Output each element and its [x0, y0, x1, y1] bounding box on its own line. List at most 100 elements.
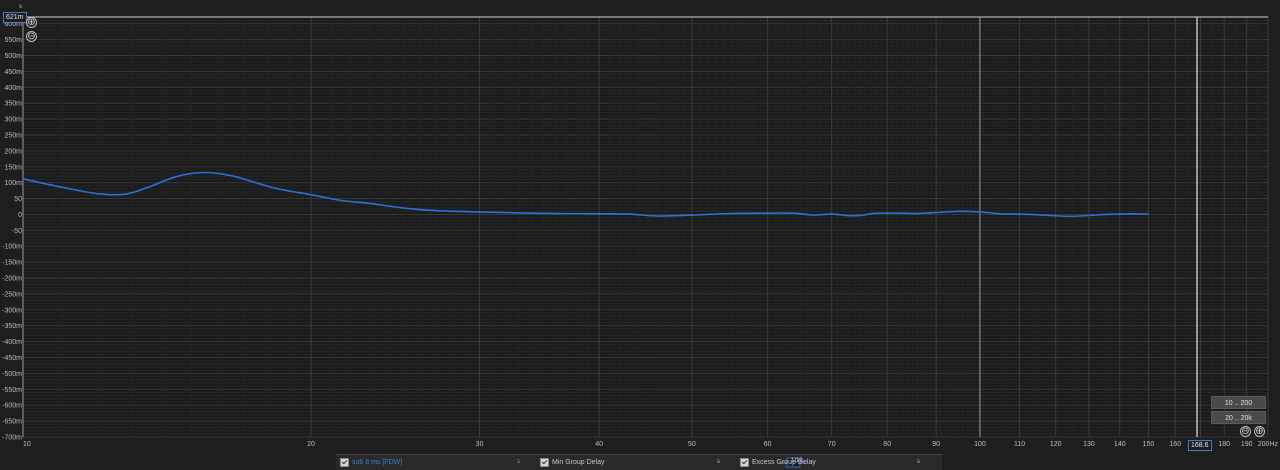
data-point — [340, 199, 342, 202]
y-tick-label: 150m — [4, 164, 22, 171]
zoom-in-icon[interactable]: ⊕ — [26, 17, 37, 28]
data-point — [22, 178, 24, 180]
data-point — [435, 210, 437, 212]
y-cursor-readout: 621m — [3, 12, 27, 23]
data-point — [254, 182, 257, 184]
y-tick-label: -50 — [12, 228, 22, 235]
x-tick-label: 10 — [23, 441, 31, 448]
y-tick-label: 250m — [4, 132, 22, 139]
x-tick-label: 60 — [764, 441, 772, 448]
x-tick-label: 50 — [688, 441, 696, 448]
x-tick-label: 140 — [1114, 441, 1126, 448]
x-tick-label: 40 — [595, 441, 603, 448]
data-point — [98, 193, 100, 195]
legend-item-excess-group-delay[interactable]: Excess Group Delay — [740, 458, 816, 467]
data-point — [598, 213, 600, 215]
x-tick-label: 110 — [1014, 441, 1025, 448]
data-point — [730, 212, 733, 215]
data-point — [1037, 214, 1039, 216]
data-point — [767, 212, 769, 214]
data-point — [1088, 214, 1090, 216]
data-point — [812, 214, 815, 216]
legend-checkbox[interactable] — [340, 458, 349, 467]
x-tick-label: 80 — [883, 441, 891, 448]
y-tick-label: -250m — [2, 291, 22, 298]
y-tick-label: -550m — [2, 387, 22, 394]
x-tick-label: 100 — [974, 441, 986, 448]
x-tick-label: 190 — [1241, 441, 1253, 448]
legend-unit: s — [717, 459, 720, 465]
legend-checkbox[interactable] — [540, 458, 549, 467]
legend-bar: sub 8 ms [FDW] 1/12 s Min Group Delay s … — [336, 454, 942, 470]
data-point — [62, 186, 64, 189]
y-tick-label: 400m — [4, 85, 22, 92]
legend-item-min-group-delay[interactable]: Min Group Delay — [540, 458, 605, 467]
data-point — [848, 215, 850, 217]
data-point — [859, 214, 861, 216]
x-tick-label: 180 — [1218, 441, 1230, 448]
y-tick-label: 0 — [18, 212, 22, 219]
y-tick-label: -200m — [2, 276, 22, 283]
x-zoom-out-icon[interactable]: ⊖ — [1240, 426, 1251, 437]
y-tick-label: -350m — [2, 323, 22, 330]
data-point — [368, 202, 370, 204]
data-point — [935, 211, 937, 214]
data-point — [1072, 215, 1074, 217]
data-point — [1147, 213, 1150, 215]
range-button-10-200[interactable]: 10 .. 200 — [1211, 396, 1266, 409]
y-tick-label: -150m — [2, 260, 22, 267]
x-tick-label: 30 — [476, 441, 484, 448]
y-tick-label: 350m — [4, 101, 22, 108]
data-point — [1104, 213, 1106, 216]
y-tick-label: -600m — [2, 403, 22, 410]
legend-label: sub 8 ms [FDW] — [352, 459, 403, 466]
zoom-out-icon[interactable]: ⊖ — [26, 31, 37, 42]
legend-unit: s — [917, 459, 920, 465]
y-tick-label: -650m — [2, 419, 22, 426]
data-point — [628, 213, 630, 215]
data-point — [691, 214, 693, 216]
y-unit-label: s — [19, 4, 22, 10]
x-tick-label: 150 — [1143, 441, 1155, 448]
y-tick-label: -450m — [2, 355, 22, 362]
data-point — [518, 212, 520, 214]
data-point — [147, 186, 149, 189]
range-button-20-20k[interactable]: 20 .. 20k — [1211, 411, 1266, 424]
y-tick-label: -700m — [2, 435, 22, 442]
data-point — [1055, 215, 1057, 217]
x-tick-label: 200Hz — [1258, 441, 1279, 448]
y-tick-label: 550m — [4, 37, 22, 44]
y-tick-label: 500m — [4, 53, 22, 60]
y-tick-label: -500m — [2, 371, 22, 378]
data-point — [896, 212, 899, 214]
data-point — [1119, 213, 1121, 215]
x-tick-label: 90 — [932, 441, 940, 448]
y-tick-label: 100m — [4, 180, 22, 187]
data-point — [793, 212, 796, 214]
x-zoom-in-icon[interactable]: ⊕ — [1254, 426, 1265, 437]
group-delay-plot[interactable]: 600m550m500m450m400m350m300m250m200m150m… — [0, 0, 1280, 469]
data-point — [124, 193, 127, 195]
y-tick-label: 50 — [14, 196, 22, 203]
legend-checkbox[interactable] — [740, 458, 749, 467]
data-point — [554, 212, 556, 215]
x-tick-label: 70 — [828, 441, 836, 448]
data-point — [958, 210, 960, 212]
data-point — [230, 175, 232, 177]
data-point — [204, 171, 206, 174]
data-point — [1018, 213, 1021, 215]
data-point — [176, 175, 179, 177]
data-point — [916, 212, 918, 215]
data-point — [403, 207, 405, 209]
legend-item-sub[interactable]: sub 8 ms [FDW] — [340, 458, 402, 467]
x-tick-label: 120 — [1050, 441, 1062, 448]
data-point — [478, 211, 481, 213]
data-point — [1133, 213, 1135, 215]
data-point — [876, 212, 878, 214]
legend-label: Min Group Delay — [552, 459, 605, 466]
data-point — [656, 215, 658, 217]
legend-unit: s — [517, 459, 520, 465]
y-tick-label: -100m — [2, 244, 22, 251]
y-tick-label: -300m — [2, 307, 22, 314]
x-cursor-readout: 168.6 — [1188, 440, 1212, 451]
